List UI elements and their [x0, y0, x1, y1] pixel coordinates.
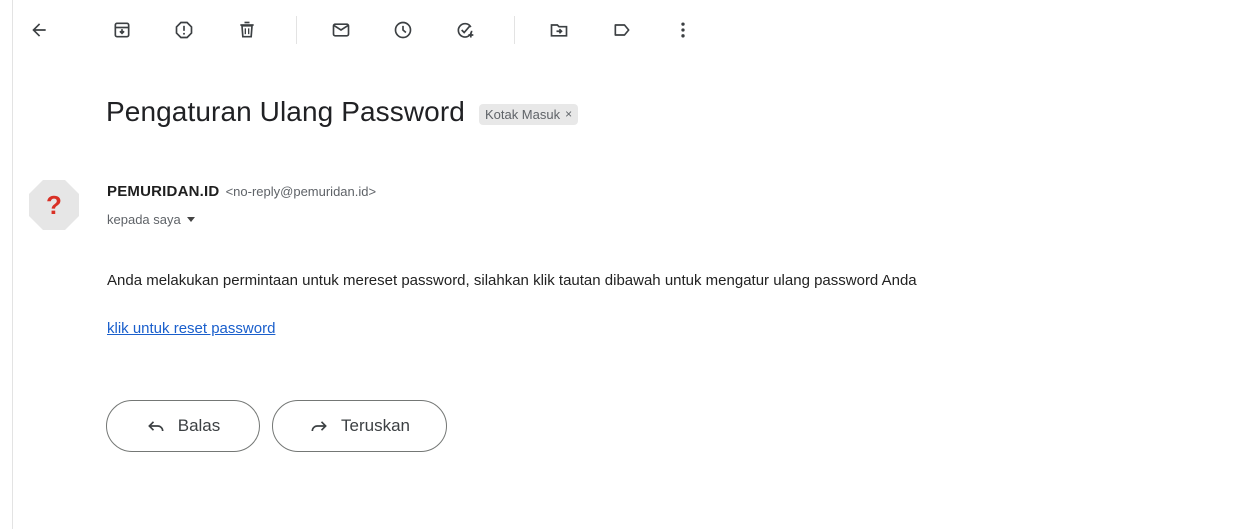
- email-body-text: Anda melakukan permintaan untuk mereset …: [107, 272, 917, 289]
- recipient-row: kepada saya: [107, 212, 195, 227]
- reset-password-link[interactable]: klik untuk reset password: [107, 320, 275, 337]
- forward-icon: [311, 421, 327, 432]
- snooze-icon: [394, 21, 412, 39]
- email-subject: Pengaturan Ulang Password: [106, 96, 465, 127]
- subject-row: Pengaturan Ulang Password Kotak Masuk ×: [106, 96, 579, 128]
- mark-unread-icon: [332, 23, 350, 37]
- remove-label-icon[interactable]: ×: [565, 107, 572, 121]
- reply-button[interactable]: Balas: [106, 400, 260, 452]
- report-spam-button[interactable]: [168, 14, 200, 46]
- inbox-label-chip[interactable]: Kotak Masuk ×: [478, 103, 579, 125]
- unknown-sender-icon: ?: [29, 180, 79, 230]
- forward-button-label: Teruskan: [341, 416, 410, 435]
- avatar-glyph: ?: [46, 190, 62, 220]
- reply-button-label: Balas: [177, 416, 221, 435]
- toolbar-divider: [514, 16, 515, 44]
- label-button[interactable]: [606, 14, 638, 46]
- delete-icon: [240, 21, 254, 38]
- recipient-text: kepada saya: [107, 212, 181, 227]
- label-icon: [614, 24, 630, 36]
- move-to-icon: [550, 24, 568, 37]
- more-vert-icon: [681, 22, 685, 38]
- move-to-button[interactable]: [543, 14, 575, 46]
- forward-button[interactable]: Teruskan: [272, 400, 447, 452]
- label-chip-text: Kotak Masuk: [484, 106, 561, 122]
- sender-row: PEMURIDAN.ID <no-reply@pemuridan.id>: [107, 183, 376, 200]
- avatar: ?: [26, 177, 82, 233]
- mark-unread-button[interactable]: [325, 14, 357, 46]
- back-arrow-icon: [32, 23, 46, 37]
- add-task-icon: [457, 22, 474, 38]
- back-button[interactable]: [23, 14, 55, 46]
- add-task-button[interactable]: [449, 14, 481, 46]
- archive-button[interactable]: [106, 14, 138, 46]
- report-spam-icon: [175, 21, 193, 39]
- more-options-button[interactable]: [667, 14, 699, 46]
- snooze-button[interactable]: [387, 14, 419, 46]
- toolbar-divider: [296, 16, 297, 44]
- sender-name[interactable]: PEMURIDAN.ID: [107, 183, 219, 200]
- sender-email: <no-reply@pemuridan.id>: [225, 184, 377, 199]
- archive-icon: [114, 22, 130, 38]
- show-details-chevron-down-icon[interactable]: [186, 217, 195, 222]
- reply-icon: [147, 421, 164, 432]
- email-toolbar: [0, 0, 1233, 64]
- delete-button[interactable]: [231, 14, 263, 46]
